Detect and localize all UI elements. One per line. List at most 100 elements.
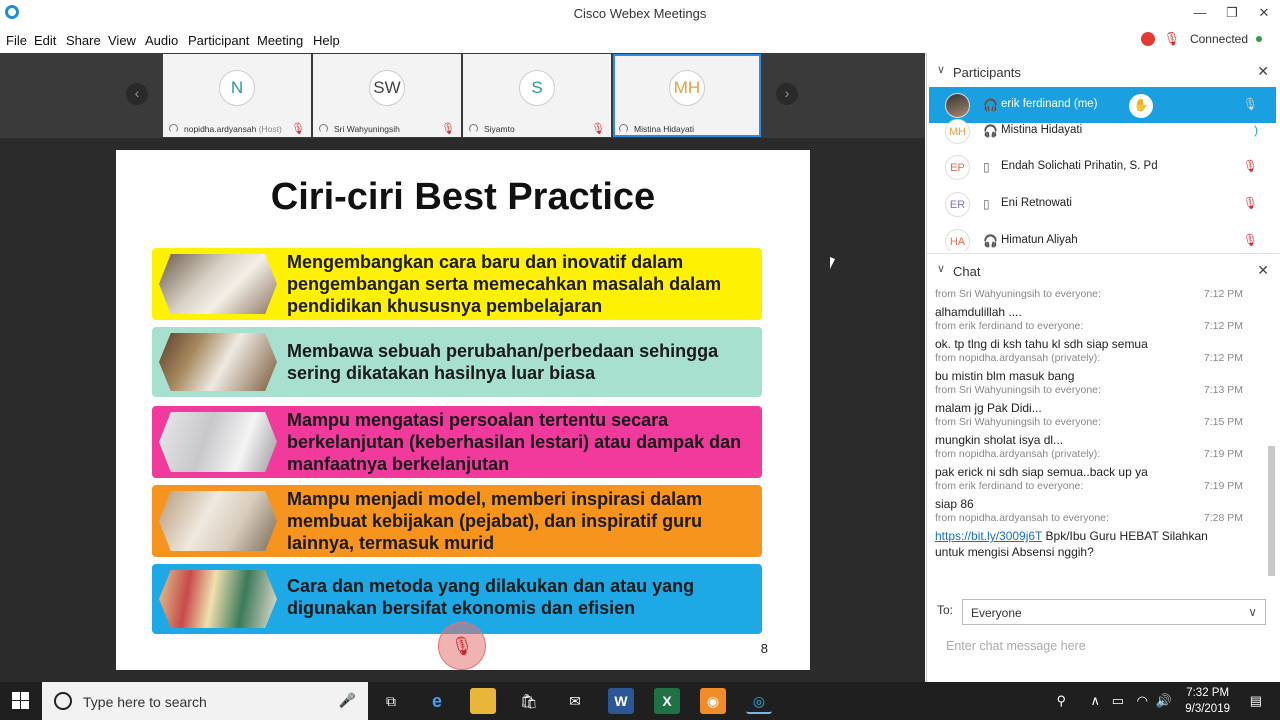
menu-meeting[interactable]: Meeting bbox=[257, 33, 303, 48]
mic-muted-icon[interactable]: 🎙 bbox=[1163, 31, 1180, 47]
chat-text: bu mistin blm masuk bang bbox=[935, 369, 1075, 383]
video-tile[interactable]: SW Sri Wahyuningsih 🎙 bbox=[313, 54, 461, 137]
chat-input[interactable]: Enter chat message here bbox=[946, 639, 1086, 653]
chat-time: 7:19 PM bbox=[1203, 448, 1243, 460]
recipient-select[interactable]: Everyone ∨ bbox=[962, 599, 1266, 625]
mic-muted-icon[interactable]: 🎙 bbox=[1243, 97, 1258, 111]
participants-header[interactable]: ∨ Participants ✕ bbox=[927, 55, 1280, 87]
uc-browser-icon[interactable]: ◉ bbox=[700, 688, 726, 714]
windows-start-icon[interactable] bbox=[12, 692, 29, 709]
excel-icon[interactable]: X bbox=[654, 688, 680, 714]
file-explorer-icon[interactable] bbox=[470, 688, 496, 714]
chat-header[interactable]: ∨ Chat ✕ bbox=[927, 253, 1280, 285]
participant-row[interactable]: EP ▯ Endah Solichati Prihatin, S. Pd 🎙 bbox=[929, 149, 1276, 185]
raise-hand-icon[interactable]: ✋ bbox=[1129, 94, 1153, 118]
participant-row[interactable]: 🎧 erik ferdinand (me) ✋ 🎙 bbox=[929, 87, 1276, 123]
mic-muted-icon: 🎙 bbox=[441, 123, 455, 135]
clock[interactable]: 7:32 PM 9/3/2019 bbox=[1185, 685, 1230, 717]
battery-icon[interactable]: ▭ bbox=[1112, 693, 1124, 709]
video-tile[interactable]: N nopidha.ardyansah (Host) 🎙 bbox=[163, 54, 311, 137]
chat-link[interactable]: https://bit.ly/3009j6T bbox=[935, 529, 1042, 543]
chat-sender: from erik ferdinand to everyone: bbox=[935, 480, 1084, 492]
chat-sender: from erik ferdinand to everyone: bbox=[935, 320, 1084, 332]
mail-icon[interactable]: ✉ bbox=[562, 688, 588, 714]
menu-help[interactable]: Help bbox=[313, 33, 340, 48]
word-icon[interactable]: W bbox=[608, 688, 634, 714]
mic-muted-icon[interactable]: 🎙 bbox=[438, 622, 486, 670]
menu-view[interactable]: View bbox=[108, 33, 136, 48]
mic-muted-icon[interactable]: 🎙 bbox=[1243, 233, 1258, 247]
wifi-icon[interactable]: ◠ bbox=[1137, 693, 1148, 709]
mic-muted-icon[interactable]: 🎙 bbox=[1243, 159, 1258, 173]
slide-item: Membawa sebuah perubahan/perbedaan sehin… bbox=[152, 327, 762, 397]
restore-button[interactable]: ❐ bbox=[1216, 0, 1248, 28]
close-icon[interactable]: ✕ bbox=[1257, 262, 1269, 279]
edge-icon[interactable]: e bbox=[424, 688, 450, 714]
avatar: SW bbox=[369, 70, 405, 106]
minimize-button[interactable]: — bbox=[1184, 0, 1216, 28]
chat-text: ok. tp tlng di ksh tahu kl sdh siap semu… bbox=[935, 337, 1148, 351]
close-button[interactable]: ✕ bbox=[1248, 0, 1280, 28]
chat-text: mungkin sholat isya dl... bbox=[935, 433, 1064, 447]
slide-item-text: Mampu mengatasi persoalan tertentu secar… bbox=[287, 410, 742, 474]
chat-sender: from Sri Wahyuningsih to everyone: bbox=[935, 384, 1101, 396]
chat-messages[interactable]: from Sri Wahyuningsih to everyone: 7:12 … bbox=[927, 286, 1280, 596]
participant-row[interactable]: HA 🎧 Himatun Aliyah 🎙 bbox=[929, 223, 1276, 251]
microphone-icon[interactable]: 🎤 bbox=[339, 692, 356, 709]
taskbar-search[interactable]: Type here to search 🎤 bbox=[42, 682, 368, 720]
cortana-icon bbox=[54, 692, 72, 710]
headset-icon: 🎧 bbox=[983, 234, 998, 248]
side-panel: ∨ Participants ✕ 🎧 erik ferdinand (me) ✋… bbox=[926, 53, 1280, 682]
participant-name: Sri Wahyuningsih bbox=[334, 124, 400, 134]
menu-audio[interactable]: Audio bbox=[145, 33, 178, 48]
menu-share[interactable]: Share bbox=[66, 33, 101, 48]
host-tag: (Host) bbox=[258, 124, 282, 134]
recipient-value: Everyone bbox=[971, 606, 1022, 620]
avatar: N bbox=[219, 70, 255, 106]
avatar: HA bbox=[945, 229, 970, 251]
task-view-icon[interactable]: ⧉ bbox=[378, 688, 404, 714]
scrollbar-thumb[interactable] bbox=[1268, 446, 1275, 576]
chat-scrollbar[interactable] bbox=[1268, 286, 1276, 596]
volume-icon[interactable]: 🔊 bbox=[1156, 693, 1172, 709]
menu-file[interactable]: File bbox=[6, 33, 27, 48]
slide-item: Mampu mengatasi persoalan tertentu secar… bbox=[152, 406, 762, 478]
chat-text: pak erick ni sdh siap semua..back up ya bbox=[935, 465, 1148, 479]
notifications-icon[interactable]: ▤ bbox=[1250, 693, 1262, 709]
video-tile-active[interactable]: MH Mistina Hidayati bbox=[613, 54, 761, 137]
phone-icon: ▯ bbox=[983, 197, 990, 211]
chat-time: 7:12 PM bbox=[1203, 320, 1243, 332]
mic-muted-icon[interactable]: 🎙 bbox=[1243, 196, 1258, 210]
slide-item-text: Membawa sebuah perubahan/perbedaan sehin… bbox=[287, 341, 719, 383]
video-strip: ‹ N nopidha.ardyansah (Host) 🎙 SW Sri Wa… bbox=[0, 53, 925, 138]
menu-participant[interactable]: Participant bbox=[188, 33, 249, 48]
slide-photo bbox=[159, 570, 277, 628]
chat-sender: from Sri Wahyuningsih to everyone: bbox=[935, 416, 1101, 428]
chevron-up-icon[interactable]: ∧ bbox=[1090, 693, 1100, 709]
close-icon[interactable]: ✕ bbox=[1257, 63, 1269, 80]
connection-status: 🎙 Connected bbox=[1141, 31, 1262, 47]
participant-row[interactable]: ER ▯ Eni Retnowati 🎙 bbox=[929, 186, 1276, 222]
store-icon[interactable]: 🛍 bbox=[516, 688, 542, 714]
avatar: EP bbox=[945, 155, 970, 180]
connected-dot-icon bbox=[1256, 36, 1262, 42]
avatar bbox=[945, 93, 970, 118]
slide-item-text: Cara dan metoda yang dilakukan dan atau … bbox=[287, 576, 695, 618]
next-video-button[interactable]: › bbox=[776, 83, 798, 105]
chevron-down-icon[interactable]: ∨ bbox=[937, 262, 945, 275]
chevron-down-icon[interactable]: ∨ bbox=[937, 63, 945, 76]
people-icon[interactable]: ⚲ bbox=[1056, 693, 1066, 709]
chat-time: 7:15 PM bbox=[1203, 416, 1243, 428]
slide-photo bbox=[159, 491, 277, 551]
headset-icon bbox=[619, 124, 628, 133]
record-icon[interactable] bbox=[1141, 32, 1156, 46]
menu-bar: File Edit Share View Audio Participant M… bbox=[0, 28, 1280, 52]
video-tile[interactable]: S Siyamto 🎙 bbox=[463, 54, 611, 137]
slide-title: Ciri-ciri Best Practice bbox=[270, 176, 656, 218]
menu-edit[interactable]: Edit bbox=[34, 33, 56, 48]
prev-video-button[interactable]: ‹ bbox=[126, 83, 148, 105]
clock-time: 7:32 PM bbox=[1186, 687, 1230, 699]
mic-muted-icon: 🎙 bbox=[291, 123, 305, 135]
shared-content-stage: Ciri-ciri Best Practice Mengembangkan ca… bbox=[0, 138, 925, 682]
webex-taskbar-icon[interactable]: ◎ bbox=[746, 688, 772, 714]
